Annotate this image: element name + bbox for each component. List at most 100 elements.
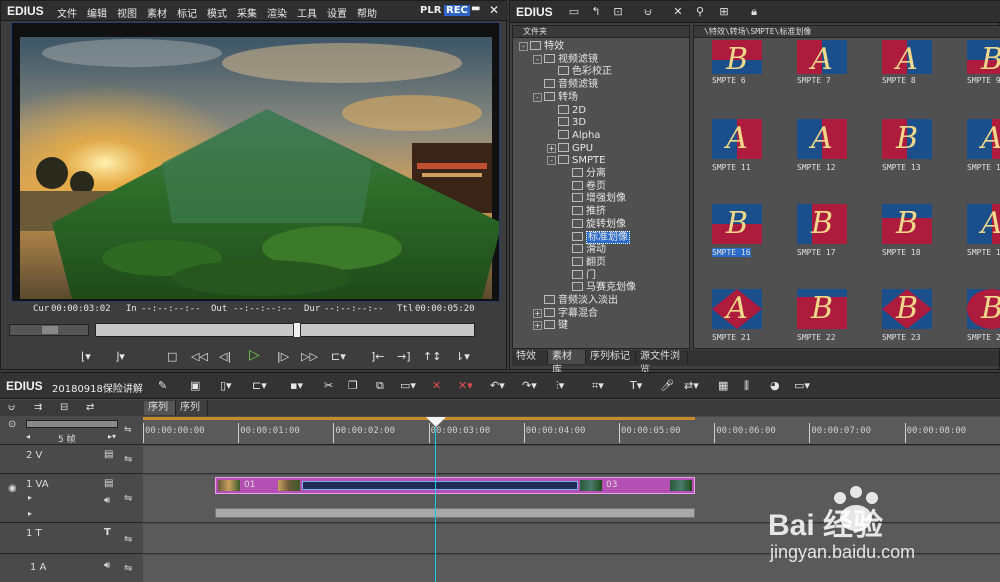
shuttle-slider[interactable]: [9, 324, 89, 336]
output-icon[interactable]: ⇂▾: [455, 350, 470, 364]
transition-bar[interactable]: [302, 481, 578, 490]
transition-thumbnail[interactable]: B: [712, 204, 762, 244]
new-file-icon[interactable]: ▯▾: [220, 379, 232, 393]
folder-icon[interactable]: ▭: [566, 5, 582, 19]
delete-icon[interactable]: ✕: [670, 5, 686, 19]
expand-icon[interactable]: +: [533, 308, 542, 318]
expand-icon[interactable]: +: [533, 321, 542, 331]
transition-thumbnail[interactable]: B: [967, 40, 1000, 74]
cut-icon[interactable]: ✂: [324, 379, 333, 393]
transition-thumbnail[interactable]: A: [797, 40, 847, 74]
open-icon[interactable]: ⊏▾: [252, 379, 267, 393]
track-lane-1va[interactable]: 01 03: [143, 475, 1000, 523]
transition-thumbnail[interactable]: A: [882, 40, 932, 74]
track-sync-icon[interactable]: ⇋: [124, 534, 132, 545]
tree-item[interactable]: + 字幕混合: [533, 307, 598, 320]
snap-icon[interactable]: ⩁: [8, 402, 15, 413]
menu-item[interactable]: 文件: [57, 5, 77, 20]
lock-icon[interactable]: 🔒︎: [746, 5, 762, 19]
track-header-1t[interactable]: 1 T T ⇋: [0, 524, 142, 554]
sequence-settings-icon[interactable]: ✎: [158, 379, 167, 393]
tree-item[interactable]: - SMPTE: [547, 154, 605, 167]
zoom-up-icon[interactable]: ▸▾: [108, 432, 116, 441]
expand-icon[interactable]: ▸: [28, 509, 32, 518]
transition-thumbnail[interactable]: B: [712, 40, 762, 74]
replace-icon[interactable]: ▭▾: [400, 379, 416, 393]
audio-toggle-icon[interactable]: 🔊︎: [104, 560, 110, 571]
scrub-track[interactable]: [95, 322, 475, 338]
track-sync-icon[interactable]: ⇋: [124, 563, 132, 574]
paste-icon[interactable]: ⧉: [376, 379, 384, 393]
sync-icon[interactable]: ⇄: [86, 402, 94, 413]
zoom-down-icon[interactable]: ◂: [26, 432, 30, 441]
title-icon[interactable]: T▾: [630, 379, 642, 393]
tree-item[interactable]: 增强划像: [561, 192, 626, 205]
track-lane-1a[interactable]: [143, 555, 1000, 582]
menu-item[interactable]: 帮助: [357, 5, 377, 20]
expand-icon[interactable]: ▸: [28, 493, 32, 502]
transition-thumbnail[interactable]: A: [967, 119, 1000, 159]
view-icon[interactable]: ⊞: [716, 5, 732, 19]
transition-thumbnail[interactable]: B: [967, 289, 1000, 329]
tree-item[interactable]: + 键: [533, 319, 568, 332]
menu-item[interactable]: 工具: [297, 5, 317, 20]
tree-item[interactable]: 卷页: [561, 180, 606, 193]
tree-item[interactable]: 旋转划像: [561, 218, 626, 231]
transition-thumbnail[interactable]: A: [712, 289, 762, 329]
fast-forward-icon[interactable]: ▷▷: [301, 350, 318, 364]
rewind-icon[interactable]: ◁◁: [191, 350, 208, 364]
play-icon[interactable]: ▷: [249, 348, 260, 362]
tree-item[interactable]: 音频淡入淡出: [533, 294, 618, 307]
library-tab[interactable]: 特效: [512, 350, 548, 364]
palette-icon[interactable]: ◕: [770, 379, 780, 393]
tree-item[interactable]: 翻页: [561, 256, 606, 269]
loop-icon[interactable]: ⊏▾: [331, 350, 346, 364]
property-icon[interactable]: ⚲: [692, 5, 708, 19]
rec-badge[interactable]: REC: [444, 5, 470, 16]
transition-thumbnail[interactable]: A: [712, 119, 762, 159]
menu-item[interactable]: 渲染: [267, 5, 287, 20]
scroll-lock-icon[interactable]: ⇋: [124, 425, 132, 435]
tree-item[interactable]: 门: [561, 269, 596, 282]
insert-icon[interactable]: ]←: [371, 350, 385, 364]
menu-item[interactable]: 设置: [327, 5, 347, 20]
library-tab[interactable]: 源文件浏览: [636, 350, 688, 376]
tree-item[interactable]: - 视频滤镜: [533, 53, 598, 66]
sequence-tab[interactable]: 序列1: [144, 401, 176, 427]
mixer-icon[interactable]: ⫼: [744, 379, 749, 393]
zoom-slider[interactable]: [26, 420, 118, 428]
menu-item[interactable]: 标记: [177, 5, 197, 20]
track-header-2v[interactable]: 2 V ▤ ⇋: [0, 446, 142, 474]
mark-in-icon[interactable]: ⌊▾: [81, 350, 91, 364]
shuttle-handle[interactable]: [42, 326, 58, 334]
tree-item[interactable]: 3D: [547, 116, 586, 129]
transition-thumbnail[interactable]: B: [882, 289, 932, 329]
track-header-1va[interactable]: ◉ 1 VA ▤ 🔊︎ ▸ ▸ ⇋: [0, 475, 142, 523]
track-lane-2v[interactable]: [143, 446, 1000, 474]
render-icon[interactable]: ⇄▾: [684, 379, 699, 393]
zoom-label[interactable]: 5 帧: [58, 432, 76, 445]
grid-icon[interactable]: ▦: [718, 379, 728, 393]
transition-thumbnail[interactable]: A: [967, 204, 1000, 244]
audio-toggle-icon[interactable]: 🔊︎: [104, 495, 110, 506]
up-folder-icon[interactable]: ↰: [588, 5, 604, 19]
set-point-icon[interactable]: ⌗▾: [592, 379, 604, 393]
settings-icon[interactable]: ⊙: [8, 419, 16, 430]
track-eye-icon[interactable]: ◉: [8, 483, 17, 494]
menu-item[interactable]: 视图: [117, 5, 137, 20]
menu-item[interactable]: 素材: [147, 5, 167, 20]
overwrite-icon[interactable]: →]: [397, 350, 411, 364]
collapse-icon[interactable]: -: [533, 54, 542, 64]
add-marker-icon[interactable]: ⫶▾: [556, 379, 564, 393]
ripple-icon[interactable]: ⊟: [60, 402, 68, 413]
minimize-icon[interactable]: ▬: [471, 3, 480, 14]
tree-item[interactable]: 马赛克划像: [561, 281, 636, 294]
step-back-icon[interactable]: ◁|: [219, 350, 231, 364]
tree-item[interactable]: 滑动: [561, 243, 606, 256]
audio-clip[interactable]: [215, 508, 695, 518]
transition-thumbnail[interactable]: B: [882, 119, 932, 159]
tree-item[interactable]: - 转场: [533, 91, 578, 104]
sequence-tab[interactable]: 序列2: [176, 401, 208, 427]
tree-item[interactable]: 标准划像: [561, 230, 630, 244]
track-lane-1t[interactable]: [143, 524, 1000, 554]
